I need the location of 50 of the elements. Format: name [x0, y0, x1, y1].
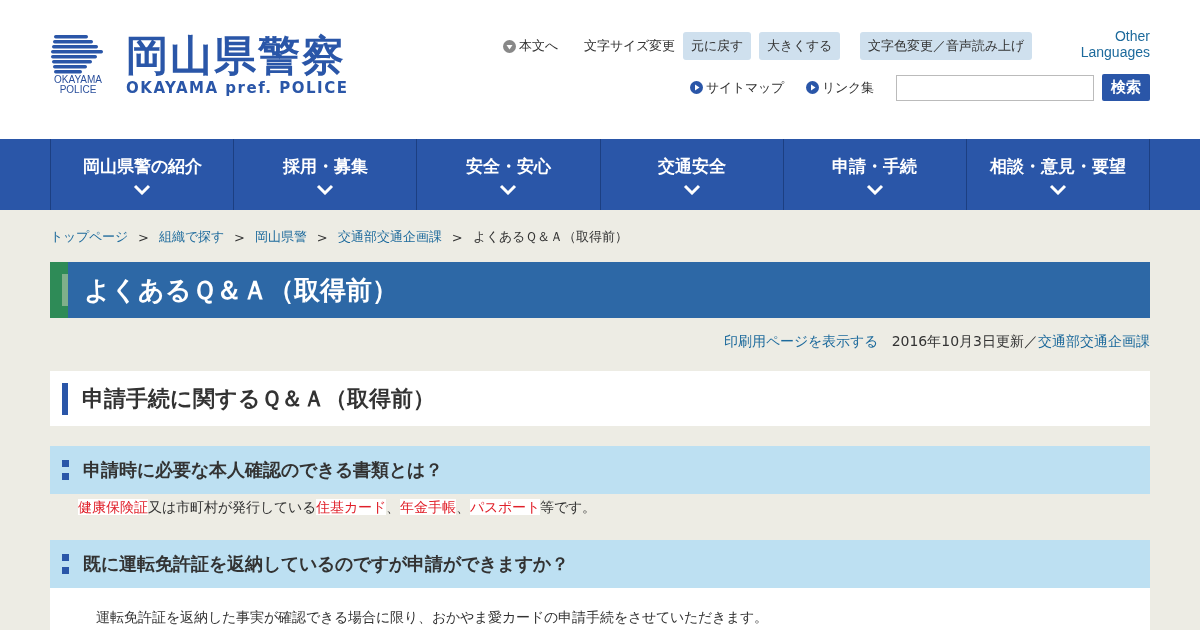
logo-title[interactable]: 岡山県警察: [126, 32, 349, 79]
nav-item[interactable]: 岡山県警の紹介: [50, 139, 234, 210]
breadcrumb-separator: >: [138, 229, 149, 245]
section-title: 申請手続に関するＱ＆Ａ（取得前）: [50, 371, 1150, 426]
question-heading: 既に運転免許証を返納しているのですが申請ができますか？: [50, 540, 1150, 588]
font-size-button[interactable]: 大きくする: [759, 32, 840, 60]
square-dots-icon: [62, 554, 69, 574]
languages-link[interactable]: Other Languages: [1080, 28, 1150, 60]
font-size-button[interactable]: 元に戻す: [683, 32, 751, 60]
breadcrumb-separator: >: [233, 229, 245, 245]
nav-item[interactable]: 相談・意見・要望: [965, 139, 1151, 210]
header-link[interactable]: サイトマップ: [706, 78, 784, 97]
play-circle-icon: [806, 81, 819, 94]
nav-item[interactable]: 採用・募集: [233, 139, 417, 210]
updated-date: 2016年10月3日更新／: [891, 333, 1038, 351]
answer-text: 運転免許証を返納した事実が確認できる場合に限り、おかやま愛カードの申請手続をさせていただきます。: [50, 588, 1150, 630]
chevron-down-icon: [1048, 183, 1067, 195]
search-field[interactable]: [896, 74, 1094, 101]
chevron-down-icon: [316, 183, 335, 195]
emblem-text: OKAYAMA: [54, 74, 102, 85]
emblem-text: POLICE: [59, 84, 97, 95]
chevron-down-icon: [865, 183, 884, 195]
nav-item[interactable]: 申請・手続: [782, 139, 966, 210]
answer-text: 健康保険証又は市町村が発行している住基カード、年金手帳、パスポート 等です。: [77, 498, 597, 516]
square-dots-icon: [62, 460, 69, 480]
print-link[interactable]: 印刷用ページを表示する: [723, 333, 878, 351]
down-circle-icon: [503, 39, 516, 53]
play-circle-icon: [690, 81, 703, 94]
breadcrumb-link[interactable]: 岡山県警: [254, 228, 307, 246]
color-voice-button[interactable]: 文字色変更／音声読み上げ: [860, 32, 1032, 60]
nav-item[interactable]: 安全・安心: [416, 139, 600, 210]
breadcrumb-separator: >: [451, 229, 463, 245]
font-size-label: 文字サイズ変更: [584, 37, 675, 55]
breadcrumb-link[interactable]: トップページ: [50, 228, 128, 246]
breadcrumb-link[interactable]: 交通部交通企画課: [337, 228, 442, 246]
breadcrumb-current: よくあるＱ＆Ａ（取得前）: [472, 228, 628, 246]
breadcrumb-link[interactable]: 組織で探す: [158, 228, 224, 246]
breadcrumb-separator: >: [316, 229, 328, 245]
chevron-down-icon: [682, 183, 701, 195]
search-button[interactable]: 検索: [1102, 74, 1150, 101]
header-link[interactable]: リンク集: [822, 78, 874, 97]
nav-item[interactable]: 交通安全: [599, 139, 783, 210]
emblem-icon: [50, 34, 106, 75]
department-link[interactable]: 交通部交通企画課: [1038, 333, 1150, 351]
logo-subtitle: OKAYAMA pref. POLICE: [126, 78, 349, 97]
page-title: よくあるＱ＆Ａ（取得前）: [50, 262, 1150, 318]
skip-link[interactable]: 本文へ: [519, 37, 558, 55]
chevron-down-icon: [133, 183, 152, 195]
chevron-down-icon: [499, 183, 518, 195]
question-heading: 申請時に必要な本人確認のできる書類とは？: [50, 446, 1150, 494]
